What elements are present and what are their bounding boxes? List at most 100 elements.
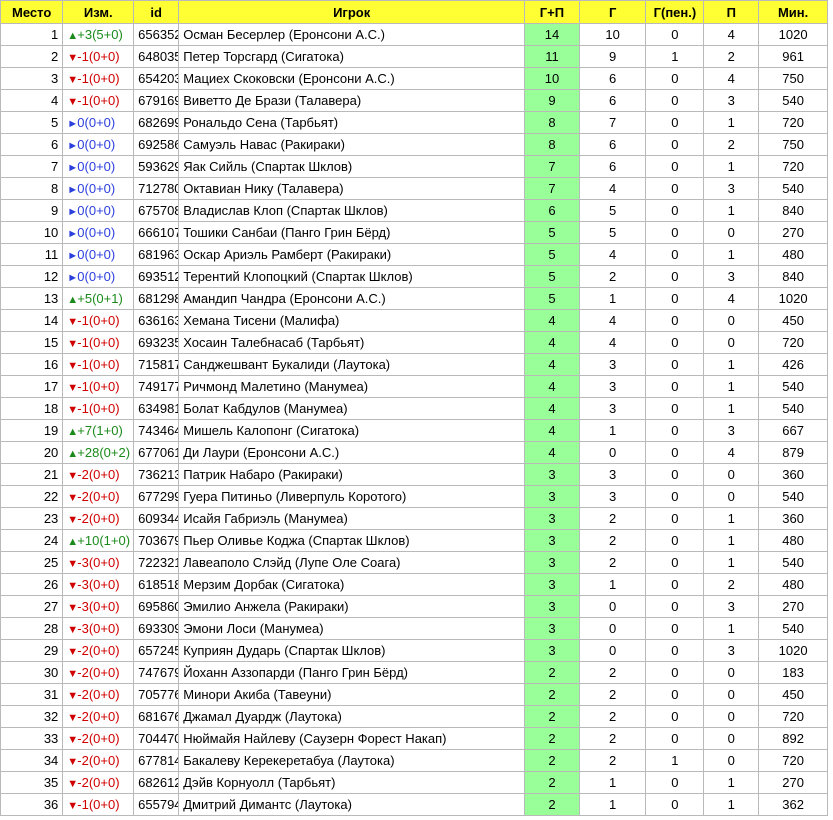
table-row[interactable]: 33 ▼-2(0+0) 704470 Нюймайя Найлеву (Саузерн… — [0, 727, 828, 750]
table-row[interactable]: 36 ▼-1(0+0) 655794 Дмитрий Димантс (Лаутока… — [0, 793, 828, 816]
player-cell: Гуера Питиньо (Ливерпуль Коротого) — [178, 485, 526, 508]
arrow-right-icon: ► — [67, 118, 79, 130]
assists-cell: 3 — [703, 265, 760, 288]
gp-cell: 3 — [524, 485, 580, 508]
id-cell: 677814 — [133, 749, 180, 772]
id-cell: 715817 — [133, 353, 180, 376]
gp-cell: 3 — [524, 595, 580, 618]
header-minutes[interactable]: Мин. — [758, 0, 828, 24]
penalty-goals-cell: 0 — [645, 441, 705, 464]
change-value: +10(1+0) — [77, 533, 131, 548]
change-value: -1(0+0) — [77, 93, 120, 108]
table-row[interactable]: 4 ▼-1(0+0) 679169 Виветто Де Брази (Талавер… — [0, 89, 828, 112]
change-value: +7(1+0) — [77, 423, 123, 438]
table-row[interactable]: 26 ▼-3(0+0) 618518 Мерзим Дорбак (Сигатока)… — [0, 573, 828, 596]
header-player[interactable]: Игрок — [178, 0, 526, 24]
table-row[interactable]: 1 ▲+3(5+0) 656352 Осман Бесерлер (Еронсони … — [0, 23, 828, 46]
header-change[interactable]: Изм. — [62, 0, 135, 24]
table-row[interactable]: 28 ▼-3(0+0) 693309 Эмони Лоси (Манумеа) 3 0 0 1… — [0, 617, 828, 640]
minutes-cell: 360 — [758, 463, 828, 486]
change-value: -3(0+0) — [77, 555, 120, 570]
header-assists[interactable]: П — [703, 0, 760, 24]
header-goals[interactable]: Г — [578, 0, 647, 24]
player-cell: Куприян Дударь (Спартак Шклов) — [178, 639, 526, 662]
gp-cell: 3 — [524, 463, 580, 486]
minutes-cell: 961 — [758, 45, 828, 68]
table-row[interactable]: 3 ▼-1(0+0) 654203 Мациех Скоковски (Еронсон… — [0, 67, 828, 90]
table-row[interactable]: 19 ▲+7(1+0) 743464 Мишель Калопонг (Сигаток… — [0, 419, 828, 442]
assists-cell: 3 — [703, 595, 760, 618]
minutes-cell: 720 — [758, 111, 828, 134]
table-row[interactable]: 27 ▼-3(0+0) 695860 Эмилио Анжела (Ракираки)… — [0, 595, 828, 618]
header-gp[interactable]: Г+П — [524, 0, 580, 24]
id-cell: 648035 — [133, 45, 180, 68]
table-row[interactable]: 6 ►0(0+0) 692586 Самуэль Навас (Ракираки) 8 6… — [0, 133, 828, 156]
table-row[interactable]: 34 ▼-2(0+0) 677814 Бакалеву Керекеретабуа (… — [0, 749, 828, 772]
assists-cell: 1 — [703, 507, 760, 530]
penalty-goals-cell: 0 — [645, 529, 705, 552]
table-row[interactable]: 35 ▼-2(0+0) 682612 Дэйв Корнуолл (Тарбьят) 2… — [0, 771, 828, 794]
minutes-cell: 840 — [758, 265, 828, 288]
table-row[interactable]: 10 ►0(0+0) 666107 Тошики Санбаи (Панго Грин… — [0, 221, 828, 244]
table-row[interactable]: 14 ▼-1(0+0) 636163 Хемана Тисени (Малифа) 4 4… — [0, 309, 828, 332]
table-row[interactable]: 22 ▼-2(0+0) 677299 Гуера Питиньо (Ливерпуль… — [0, 485, 828, 508]
table-row[interactable]: 12 ►0(0+0) 693512 Терентий Клопоцкий (Спарт… — [0, 265, 828, 288]
id-cell: 681676 — [133, 705, 180, 728]
change-cell: ▼-1(0+0) — [62, 45, 135, 68]
goals-cell: 2 — [578, 727, 647, 750]
assists-cell: 0 — [703, 661, 760, 684]
table-row[interactable]: 18 ▼-1(0+0) 634981 Болат Кабдулов (Манумеа)… — [0, 397, 828, 420]
header-id[interactable]: id — [133, 0, 180, 24]
table-row[interactable]: 24 ▲+10(1+0) 703679 Пьер Оливье Коджа (Спар… — [0, 529, 828, 552]
minutes-cell: 1020 — [758, 287, 828, 310]
table-row[interactable]: 21 ▼-2(0+0) 736213 Патрик Набаро (Ракираки)… — [0, 463, 828, 486]
table-row[interactable]: 5 ►0(0+0) 682699 Рональдо Сена (Тарбьят) 8 7 0… — [0, 111, 828, 134]
table-row[interactable]: 9 ►0(0+0) 675708 Владислав Клоп (Спартак Шк… — [0, 199, 828, 222]
table-row[interactable]: 25 ▼-3(0+0) 722321 Лавеаполо Слэйд (Лупе Ол… — [0, 551, 828, 574]
assists-cell: 3 — [703, 89, 760, 112]
goals-cell: 2 — [578, 507, 647, 530]
player-cell: Хемана Тисени (Малифа) — [178, 309, 526, 332]
table-row[interactable]: 17 ▼-1(0+0) 749177 Ричмонд Малетино (Мануме… — [0, 375, 828, 398]
table-row[interactable]: 31 ▼-2(0+0) 705776 Минори Акиба (Тавеуни) 2 2… — [0, 683, 828, 706]
gp-cell: 2 — [524, 771, 580, 794]
table-row[interactable]: 7 ►0(0+0) 593629 Яак Сийль (Спартак Шклов) 7… — [0, 155, 828, 178]
penalty-goals-cell: 0 — [645, 551, 705, 574]
penalty-goals-cell: 0 — [645, 595, 705, 618]
change-value: -3(0+0) — [77, 577, 120, 592]
table-row[interactable]: 16 ▼-1(0+0) 715817 Санджешвант Букалиди (Ла… — [0, 353, 828, 376]
minutes-cell: 879 — [758, 441, 828, 464]
id-cell: 675708 — [133, 199, 180, 222]
table-row[interactable]: 13 ▲+5(0+1) 681298 Амандип Чандра (Еронсони… — [0, 287, 828, 310]
table-row[interactable]: 32 ▼-2(0+0) 681676 Джамал Дуардж (Лаутока) 2… — [0, 705, 828, 728]
assists-cell: 0 — [703, 683, 760, 706]
minutes-cell: 540 — [758, 617, 828, 640]
goals-cell: 1 — [578, 419, 647, 442]
table-row[interactable]: 11 ►0(0+0) 681963 Оскар Ариэль Рамберт (Рак… — [0, 243, 828, 266]
header-penalty-goals[interactable]: Г(пен.) — [645, 0, 705, 24]
table-row[interactable]: 15 ▼-1(0+0) 693235 Хосаин Талебнасаб (Тарбь… — [0, 331, 828, 354]
change-cell: ▼-1(0+0) — [62, 793, 135, 816]
change-value: 0(0+0) — [77, 115, 116, 130]
assists-cell: 1 — [703, 111, 760, 134]
place-cell: 31 — [0, 683, 64, 706]
goals-cell: 6 — [578, 155, 647, 178]
table-row[interactable]: 30 ▼-2(0+0) 747679 Йоханн Аззопарди (Панго … — [0, 661, 828, 684]
penalty-goals-cell: 0 — [645, 23, 705, 46]
header-place[interactable]: Место — [0, 0, 64, 24]
player-cell: Оскар Ариэль Рамберт (Ракираки) — [178, 243, 526, 266]
place-cell: 9 — [0, 199, 64, 222]
table-row[interactable]: 20 ▲+28(0+2) 677061 Ди Лаури (Еронсони А.С.… — [0, 441, 828, 464]
table-row[interactable]: 8 ►0(0+0) 712780 Октавиан Нику (Талавера) 7 4… — [0, 177, 828, 200]
place-cell: 19 — [0, 419, 64, 442]
goals-cell: 2 — [578, 529, 647, 552]
goals-cell: 3 — [578, 485, 647, 508]
table-row[interactable]: 29 ▼-2(0+0) 657245 Куприян Дударь (Спартак … — [0, 639, 828, 662]
player-cell: Йоханн Аззопарди (Панго Грин Бёрд) — [178, 661, 526, 684]
table-row[interactable]: 2 ▼-1(0+0) 648035 Петер Торсгард (Сигатока)… — [0, 45, 828, 68]
arrow-down-icon: ▼ — [67, 382, 79, 394]
change-value: -1(0+0) — [77, 335, 120, 350]
arrow-down-icon: ▼ — [67, 624, 79, 636]
table-row[interactable]: 23 ▼-2(0+0) 609344 Исайя Габриэль (Манумеа)… — [0, 507, 828, 530]
assists-cell: 0 — [703, 463, 760, 486]
